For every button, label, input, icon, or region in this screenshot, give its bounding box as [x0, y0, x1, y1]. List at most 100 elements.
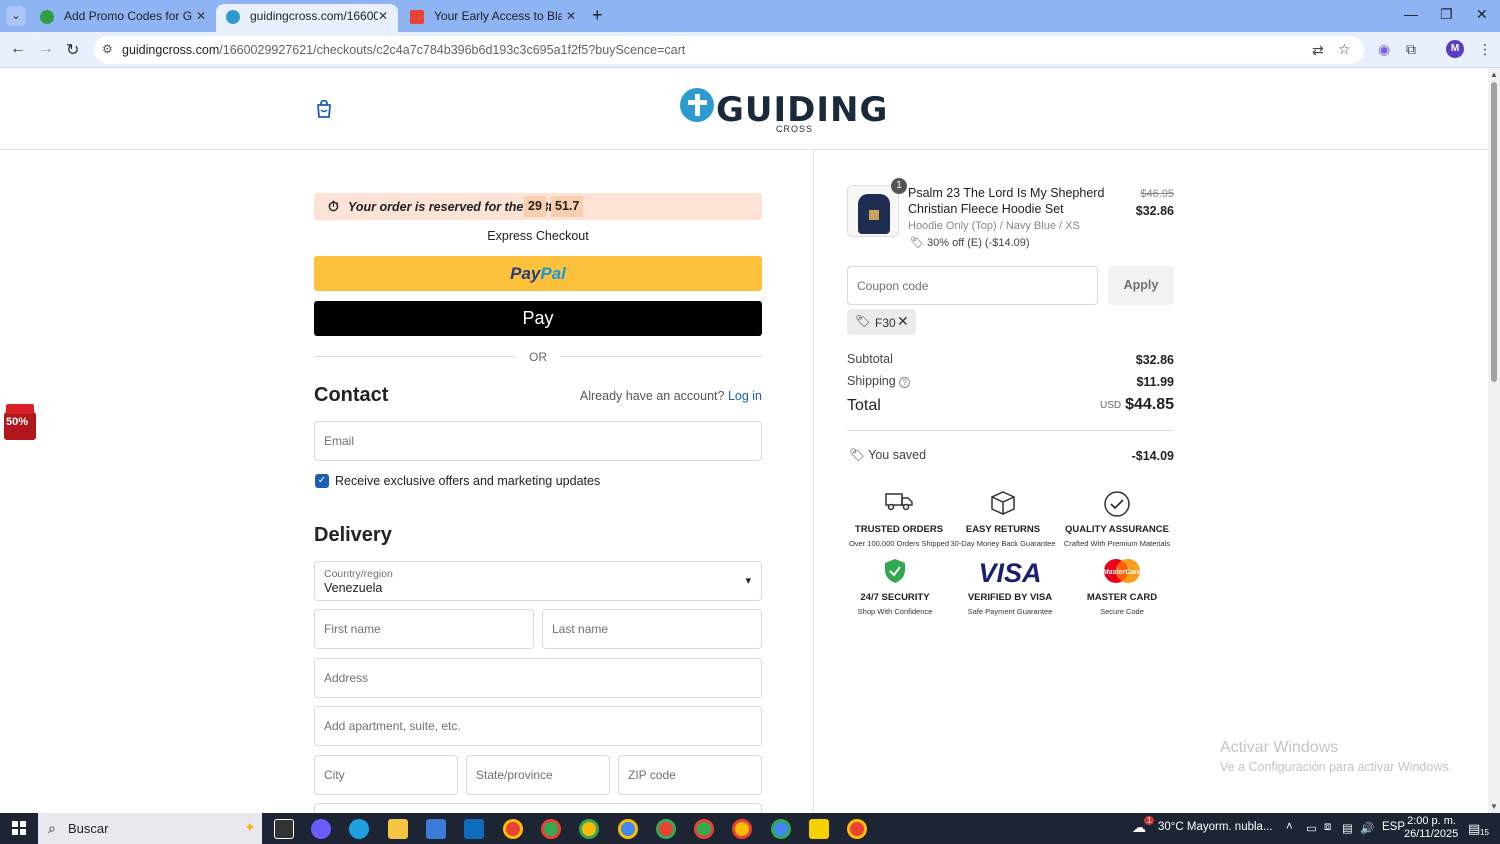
sticky-notes-icon[interactable]: [809, 819, 829, 839]
store-icon[interactable]: [426, 819, 446, 839]
tab-title: Your Early Access to Black Fr: [434, 9, 562, 23]
extension-assistant-icon[interactable]: ◉: [1378, 41, 1390, 58]
tab-close-icon[interactable]: ✕: [566, 4, 576, 28]
or-label: OR: [529, 350, 547, 364]
country-value: Venezuela: [324, 581, 383, 595]
volume-icon[interactable]: 🔊: [1360, 821, 1374, 835]
back-arrow-icon[interactable]: ←: [10, 40, 26, 58]
state-field[interactable]: State/province: [466, 755, 610, 795]
chrome-icon[interactable]: [694, 819, 714, 839]
site-info-icon[interactable]: ⚙: [102, 42, 113, 56]
applied-coupon-code: F30: [875, 316, 896, 330]
scroll-down-arrow-icon[interactable]: ▼: [1490, 802, 1498, 811]
shopping-bag-icon[interactable]: [316, 99, 332, 123]
email-field[interactable]: Email: [314, 421, 762, 461]
tab-close-icon[interactable]: ✕: [378, 4, 388, 28]
reload-icon[interactable]: ↻: [66, 40, 79, 60]
chrome-icon[interactable]: [503, 819, 523, 839]
hoodie-emblem: [869, 210, 879, 220]
tab-checkout[interactable]: guidingcross.com/16600299276 ✕: [216, 4, 398, 32]
address-bar[interactable]: ⚙ guidingcross.com/1660029927621/checkou…: [94, 36, 1364, 64]
paypal-logo-part1: Pay: [510, 264, 541, 283]
chrome-icon[interactable]: [771, 819, 791, 839]
coupon-code-field[interactable]: Coupon code: [847, 266, 1098, 305]
menu-kebab-icon[interactable]: ⋮: [1478, 41, 1492, 58]
tab-search-chevron-icon[interactable]: ⌄: [6, 6, 26, 26]
badge-title: EASY RETURNS: [965, 524, 1041, 535]
chevron-up-icon[interactable]: ˄: [1286, 821, 1293, 833]
forward-arrow-icon[interactable]: →: [38, 40, 54, 58]
apply-coupon-button[interactable]: Apply: [1108, 266, 1174, 305]
badge-subtitle: Secure Code: [1100, 607, 1144, 616]
help-question-icon[interactable]: ?: [899, 377, 911, 388]
saved-value: -$14.09: [1131, 449, 1174, 463]
notifications-icon[interactable]: ▤: [1468, 821, 1480, 837]
chrome-icon[interactable]: [656, 819, 676, 839]
first-name-field[interactable]: First name: [314, 609, 534, 649]
contact-heading: Contact: [314, 384, 389, 406]
badge-title: VERIFIED BY VISA: [967, 592, 1053, 603]
next-field-partial[interactable]: [314, 803, 762, 813]
close-window-icon[interactable]: ✕: [1476, 6, 1488, 23]
badge-subtitle: Crafted With Premium Materials: [1063, 539, 1171, 548]
new-tab-plus-icon[interactable]: +: [592, 5, 603, 26]
tab-gmail[interactable]: Your Early Access to Black Fr ✕: [400, 4, 586, 32]
trust-badge-security: 24/7 SECURITY Shop With Confidence: [839, 558, 951, 616]
marketing-checkbox[interactable]: ✓: [315, 474, 329, 488]
total-label: Total: [847, 397, 881, 414]
truck-icon: [843, 490, 955, 520]
chrome-icon[interactable]: [847, 819, 867, 839]
login-link[interactable]: Log in: [728, 389, 762, 403]
chrome-icon[interactable]: [732, 819, 752, 839]
chrome-icon[interactable]: [618, 819, 638, 839]
browser-toolbar: ← → ↻ ⚙ guidingcross.com/1660029927621/c…: [0, 32, 1500, 68]
bookmark-star-icon[interactable]: ☆: [1338, 41, 1351, 58]
page-scrollbar[interactable]: ▲ ▼: [1488, 68, 1500, 813]
summary-divider: [847, 430, 1174, 431]
outlook-icon[interactable]: [464, 819, 484, 839]
apple-pay-button[interactable]: Pay: [314, 301, 762, 336]
order-summary-panel: [813, 150, 1488, 813]
weather-alert-badge: 1: [1144, 816, 1155, 825]
restore-icon[interactable]: ❐: [1440, 6, 1453, 23]
or-divider-left: [314, 356, 516, 357]
discount-gift-widget[interactable]: 50%: [4, 402, 36, 440]
chrome-icon[interactable]: [541, 819, 561, 839]
file-explorer-icon[interactable]: [388, 819, 408, 839]
meet-now-icon[interactable]: ▭: [1306, 821, 1317, 835]
url-text: guidingcross.com/1660029927621/checkouts…: [122, 43, 685, 57]
taskbar-clock[interactable]: 2:00 p. m. 26/11/2025: [1404, 815, 1458, 841]
last-name-field[interactable]: Last name: [542, 609, 762, 649]
scroll-up-arrow-icon[interactable]: ▲: [1490, 70, 1498, 79]
city-field[interactable]: City: [314, 755, 458, 795]
chrome-icon[interactable]: [579, 819, 599, 839]
weather-text[interactable]: 30°C Mayorm. nubla...: [1158, 821, 1273, 833]
edge-icon[interactable]: [349, 819, 369, 839]
taskbar-search[interactable]: ⌕ Buscar ✦: [38, 813, 262, 844]
minimize-icon[interactable]: —: [1404, 6, 1418, 22]
task-view-icon[interactable]: [274, 819, 294, 839]
country-select[interactable]: Country/region Venezuela ▾: [314, 561, 762, 601]
marketing-checkbox-label[interactable]: Receive exclusive offers and marketing u…: [335, 474, 600, 488]
badge-title: MASTER CARD: [1086, 592, 1158, 603]
tab-close-icon[interactable]: ✕: [196, 4, 206, 28]
scrollbar-thumb[interactable]: [1491, 82, 1497, 382]
product-discount-text: 30% off (E) (-$14.09): [927, 237, 1030, 249]
network-icon[interactable]: ▤: [1342, 821, 1353, 835]
address-field[interactable]: Address: [314, 658, 762, 698]
zip-field[interactable]: ZIP code: [618, 755, 762, 795]
translate-icon[interactable]: ⇄: [1312, 42, 1324, 59]
profile-avatar[interactable]: M: [1446, 40, 1464, 58]
tab-promo-codes[interactable]: Add Promo Codes for GuidingC ✕: [30, 4, 216, 32]
apartment-field[interactable]: Add apartment, suite, etc.: [314, 706, 762, 746]
activation-watermark-title: Activar Windows: [1220, 739, 1339, 756]
display-icon[interactable]: ⧈: [1324, 821, 1331, 834]
extensions-puzzle-icon[interactable]: ⧉: [1406, 41, 1416, 58]
paypal-button[interactable]: PayPal: [314, 256, 762, 291]
remove-coupon-icon[interactable]: ✕: [897, 313, 909, 330]
language-indicator[interactable]: ESP: [1382, 821, 1405, 833]
badge-subtitle: Safe Payment Guarantee: [967, 607, 1053, 616]
trust-badge-easy-returns: EASY RETURNS 30-Day Money Back Guarantee: [947, 490, 1059, 548]
copilot-icon[interactable]: [311, 819, 331, 839]
windows-start-icon[interactable]: [12, 821, 26, 835]
